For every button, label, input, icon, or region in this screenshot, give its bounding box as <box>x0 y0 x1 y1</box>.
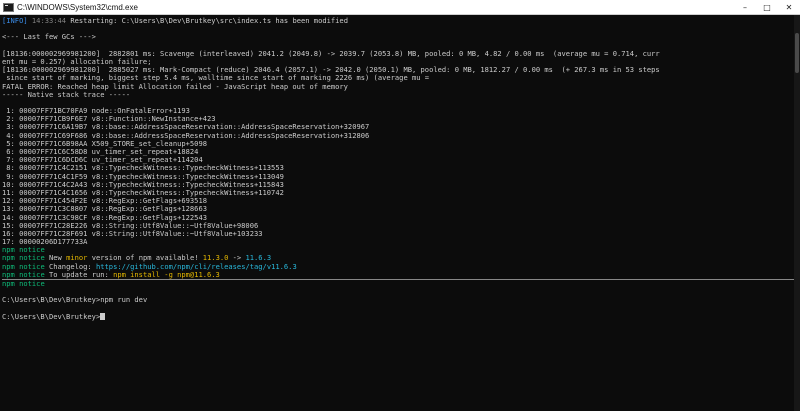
scroll-thumb[interactable] <box>795 33 799 73</box>
stack-frame: 17: 00000206D177733A <box>2 238 88 247</box>
current-version: 11.3.0 <box>202 254 229 263</box>
fatal-error: FATAL ERROR: Reached heap limit Allocati… <box>2 82 348 91</box>
text-cursor <box>100 313 106 321</box>
prompt-path: C:\Users\B\Dev\Brutkey> <box>2 312 101 321</box>
info-tag: [INFO] <box>2 17 28 25</box>
gc-line: [18136:000002969981200] 2882801 ms: Scav… <box>2 49 660 58</box>
prompt-path: C:\Users\B\Dev\Brutkey> <box>2 296 101 305</box>
entered-command: npm run dev <box>100 296 148 305</box>
stack-frame: 3: 00007FF71C6A19B7 v8::base::AddressSpa… <box>2 123 370 132</box>
gc-header: <--- Last few GCs ---> <box>2 33 96 42</box>
changelog-link[interactable]: https://github.com/npm/cli/releases/tag/… <box>96 263 297 271</box>
update-command: npm install -g npm@11.6.3 <box>113 270 220 279</box>
stack-frame: 9: 00007FF71C4C1F59 v8::TypecheckWitness… <box>2 172 284 181</box>
stack-frame: 2: 00007FF71CB9F6E7 v8::Function::NewIns… <box>2 115 216 124</box>
new-version: 11.6.3 <box>245 254 272 263</box>
gc-line: since start of marking, biggest step 5.4… <box>2 74 430 83</box>
stack-frame: 15: 00007FF71C28E226 v8::String::Utf8Val… <box>2 221 259 230</box>
stack-frame: 7: 00007FF71C6DCD6C uv_timer_set_repeat+… <box>2 156 203 165</box>
gc-line: [18136:000002969981200] 2885027 ms: Mark… <box>2 66 660 75</box>
title-bar[interactable]: C:\WINDOWS\System32\cmd.exe – □ ✕ <box>0 0 800 15</box>
window-title: C:\WINDOWS\System32\cmd.exe <box>17 2 138 12</box>
prompt-line[interactable]: C:\Users\B\Dev\Brutkey> <box>2 313 794 321</box>
scrollbar[interactable] <box>794 15 800 411</box>
npm-notice-line: npm notice <box>2 280 45 288</box>
stack-frame: 14: 00007FF71C3C98CF v8::RegExp::GetFlag… <box>2 213 207 222</box>
npm-notice-line: npm notice To update run: npm install -g… <box>2 270 220 279</box>
npm-notice-line: npm notice New minor version of npm avai… <box>2 254 272 263</box>
stack-frame: 16: 00007FF71C28F691 v8::String::Utf8Val… <box>2 229 263 238</box>
restart-message: Restarting: C:\Users\B\Dev\Brutkey\src\i… <box>70 17 348 25</box>
stack-frame: 11: 00007FF71C4C1656 v8::TypecheckWitnes… <box>2 188 284 197</box>
window-controls: – □ ✕ <box>734 0 800 14</box>
stack-frame: 5: 00007FF71C6B98AA X509_STORE_set_clean… <box>2 139 207 148</box>
stack-frame: 13: 00007FF71C3C8807 v8::RegExp::GetFlag… <box>2 205 207 214</box>
npm-notice-line: npm notice <box>2 246 45 255</box>
npm-notice-line: npm notice Changelog: https://github.com… <box>2 262 297 271</box>
stack-trace: 1: 00007FF71BC70FA9 node::OnFatalError+1… <box>2 107 794 246</box>
stack-frame: 4: 00007FF71C69F686 v8::base::AddressSpa… <box>2 131 370 140</box>
minimize-icon[interactable]: – <box>734 0 756 14</box>
stack-frame: 12: 00007FF71C454F2E v8::RegExp::GetFlag… <box>2 197 207 206</box>
prompt-line: C:\Users\B\Dev\Brutkey>npm run dev <box>2 296 794 304</box>
stack-frame: 10: 00007FF71C4C2A43 v8::TypecheckWitnes… <box>2 180 284 189</box>
stack-frame: 8: 00007FF71C4C2151 v8::TypecheckWitness… <box>2 164 284 173</box>
close-icon[interactable]: ✕ <box>778 0 800 14</box>
stack-frame: 1: 00007FF71BC70FA9 node::OnFatalError+1… <box>2 107 190 116</box>
stack-header: ----- Native stack trace ----- <box>2 90 131 99</box>
timestamp: 14:33:44 <box>31 17 67 25</box>
stack-frame: 6: 00007FF71C6C58D8 uv_timer_set_repeat+… <box>2 148 199 156</box>
maximize-icon[interactable]: □ <box>756 0 778 14</box>
gc-line: ent mu = 0.257) allocation failure; <box>2 57 152 66</box>
restart-line: [INFO] 14:33:44 Restarting: C:\Users\B\D… <box>2 17 794 25</box>
console-output[interactable]: [INFO] 14:33:44 Restarting: C:\Users\B\D… <box>0 15 794 411</box>
terminal-window: C:\WINDOWS\System32\cmd.exe – □ ✕ [INFO]… <box>0 0 800 411</box>
cmd-icon <box>3 2 14 12</box>
